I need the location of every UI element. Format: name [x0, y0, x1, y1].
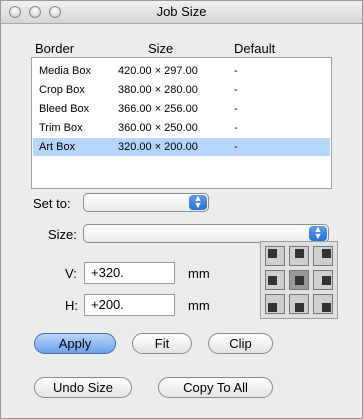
- cell-default: -: [234, 103, 238, 115]
- anchor-center[interactable]: [289, 270, 309, 290]
- h-label: H:: [65, 298, 78, 313]
- clip-button[interactable]: Clip: [208, 333, 273, 354]
- anchor-bottom-right[interactable]: [313, 294, 333, 314]
- updown-arrow-icon: ▲ ▼: [309, 225, 327, 241]
- cell-default: -: [234, 84, 238, 96]
- set-to-label: Set to:: [33, 196, 71, 211]
- anchor-middle-right[interactable]: [313, 270, 333, 290]
- cell-size: 380.00 × 280.00: [118, 84, 198, 96]
- anchor-center-icon: [295, 276, 304, 285]
- v-field[interactable]: +320.: [84, 262, 175, 284]
- anchor-top-left-icon: [268, 249, 277, 258]
- anchor-bottom-center-icon: [295, 303, 304, 312]
- anchor-middle-right-icon: [322, 276, 331, 285]
- anchor-middle-left-icon: [268, 276, 277, 285]
- table-row[interactable]: Media Box 420.00 × 297.00 -: [33, 62, 330, 80]
- fit-button[interactable]: Fit: [132, 333, 192, 354]
- cell-size: 420.00 × 297.00: [118, 65, 198, 77]
- v-unit: mm: [188, 266, 210, 281]
- cell-border: Crop Box: [39, 84, 85, 96]
- anchor-top-center[interactable]: [289, 246, 309, 266]
- anchor-grid: [260, 241, 338, 319]
- cell-size: 360.00 × 250.00: [118, 122, 198, 134]
- cell-size: 366.00 × 256.00: [118, 103, 198, 115]
- window-title: Job Size: [156, 4, 207, 19]
- cell-border: Trim Box: [39, 122, 83, 134]
- table-row[interactable]: Trim Box 360.00 × 250.00 -: [33, 119, 330, 137]
- anchor-bottom-center[interactable]: [289, 294, 309, 314]
- anchor-top-left[interactable]: [265, 246, 285, 266]
- cell-default: -: [234, 141, 238, 153]
- v-label: V:: [65, 266, 77, 281]
- apply-button[interactable]: Apply: [34, 333, 116, 354]
- job-size-window: Job Size Border Size Default Media Box 4…: [0, 0, 363, 419]
- copy-to-all-button[interactable]: Copy To All: [158, 377, 273, 398]
- h-field[interactable]: +200.: [84, 294, 175, 316]
- anchor-top-right[interactable]: [313, 246, 333, 266]
- anchor-bottom-left[interactable]: [265, 294, 285, 314]
- table-row[interactable]: Bleed Box 366.00 × 256.00 -: [33, 100, 330, 118]
- title-bar: Job Size: [1, 1, 362, 24]
- cell-border: Bleed Box: [39, 103, 90, 115]
- column-header-size: Size: [148, 41, 174, 56]
- cell-default: -: [234, 65, 238, 77]
- column-header-default: Default: [234, 41, 276, 56]
- cell-default: -: [234, 122, 238, 134]
- cell-border: Media Box: [39, 65, 91, 77]
- box-table: Media Box 420.00 × 297.00 - Crop Box 380…: [31, 57, 332, 189]
- cell-border: Art Box: [39, 141, 76, 153]
- size-label: Size:: [48, 227, 77, 242]
- cell-size: 320.00 × 200.00: [118, 141, 198, 153]
- column-header-border: Border: [35, 41, 75, 56]
- updown-arrow-icon: ▲ ▼: [189, 194, 207, 210]
- anchor-bottom-left-icon: [268, 303, 277, 312]
- anchor-top-center-icon: [295, 249, 304, 258]
- anchor-middle-left[interactable]: [265, 270, 285, 290]
- table-row[interactable]: Crop Box 380.00 × 280.00 -: [33, 81, 330, 99]
- table-row-selected[interactable]: Art Box 320.00 × 200.00 -: [33, 138, 330, 156]
- set-to-popup[interactable]: ▲ ▼: [83, 193, 209, 212]
- h-unit: mm: [188, 298, 210, 313]
- anchor-top-right-icon: [322, 249, 331, 258]
- undo-size-button[interactable]: Undo Size: [34, 377, 132, 398]
- anchor-bottom-right-icon: [322, 303, 331, 312]
